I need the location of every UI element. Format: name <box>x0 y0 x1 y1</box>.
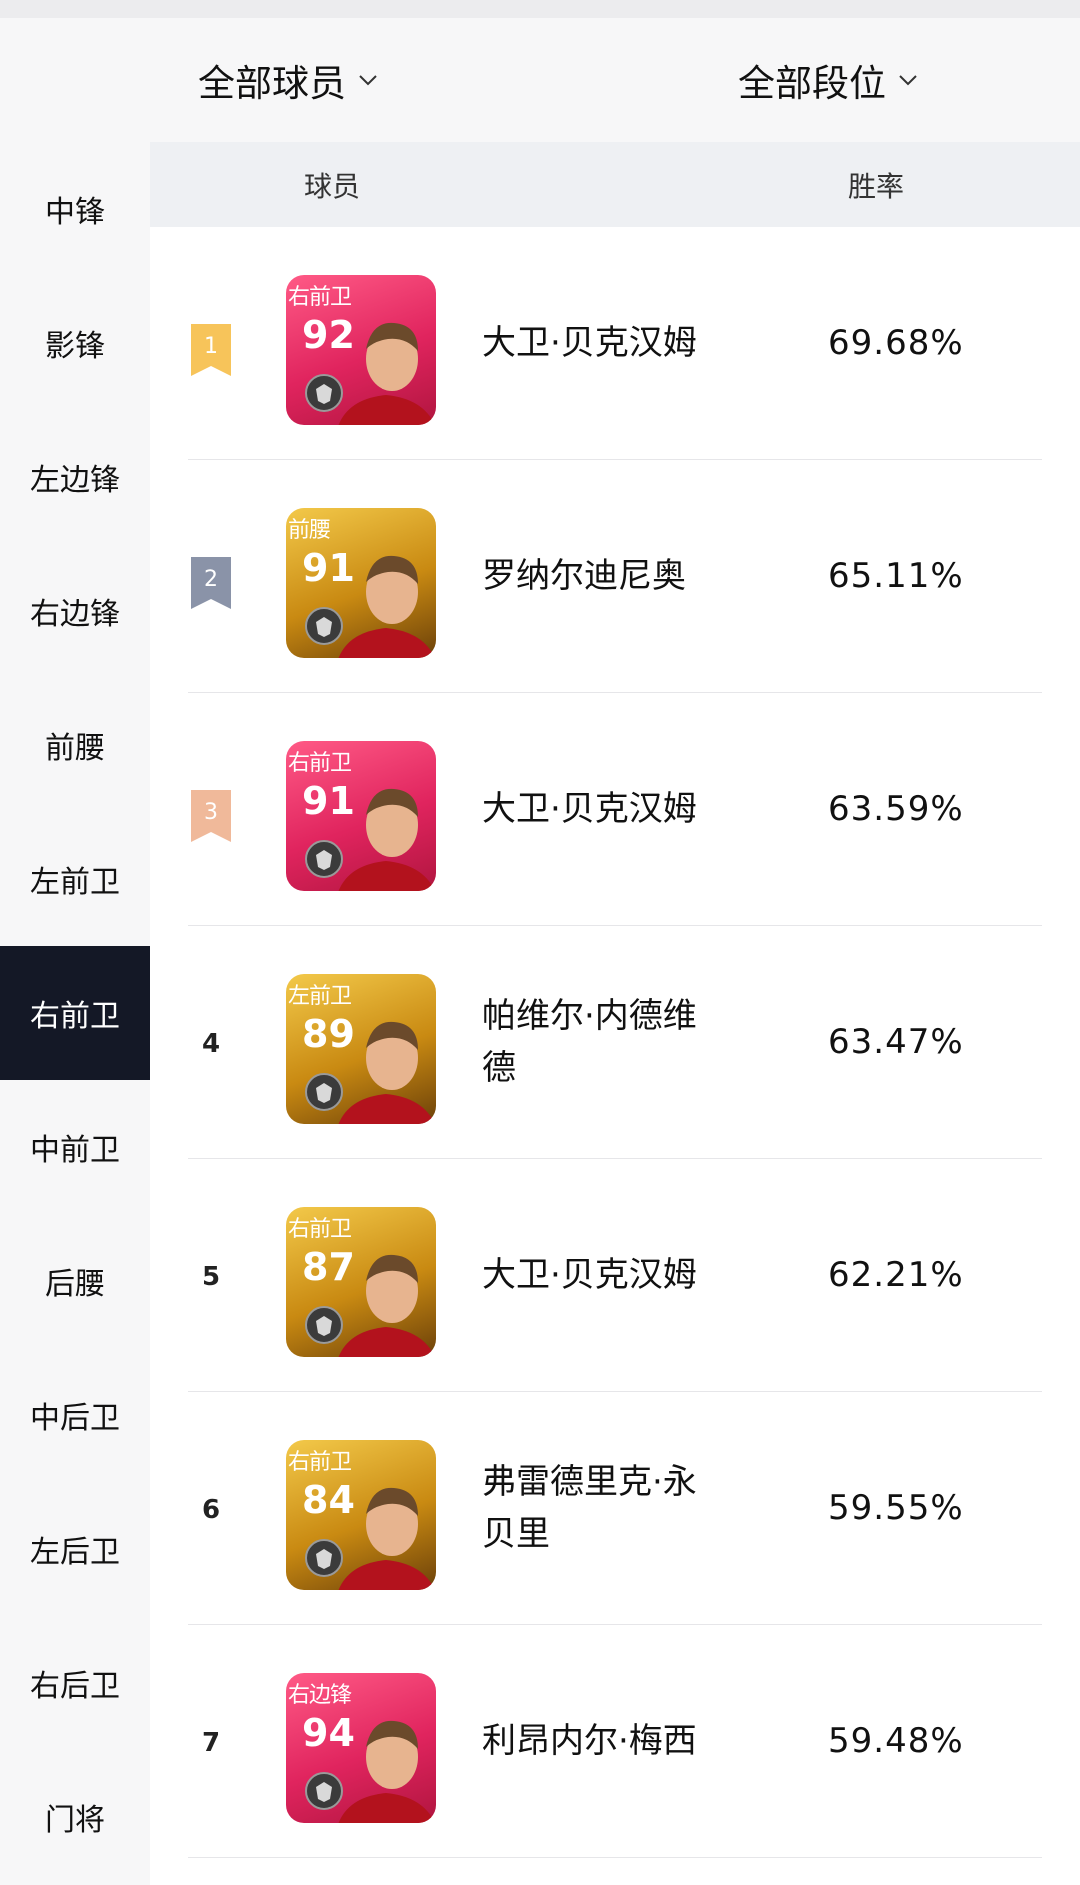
rank-number: 2 <box>204 567 218 592</box>
rank-number: 6 <box>201 1495 221 1525</box>
player-card[interactable]: 右边锋 94 <box>286 1673 436 1823</box>
header-winrate[interactable]: 胜率 <box>848 142 904 227</box>
rank-number: 7 <box>201 1728 221 1758</box>
table-row[interactable]: 7 右边锋 94 利昂内尔·梅西 59.48% <box>188 1625 1042 1858</box>
player-name: 利昂内尔·梅西 <box>482 1721 697 1761</box>
win-rate: 59.48% <box>828 1721 964 1761</box>
all-tiers-label: 全部段位 <box>738 62 886 105</box>
card-emblem-icon <box>305 374 343 412</box>
sidebar-item-position[interactable]: 右前卫 <box>0 946 150 1080</box>
player-name: 帕维尔·内德维德 <box>482 996 697 1088</box>
status-strip <box>0 0 1080 18</box>
card-position: 前腰 <box>288 518 331 543</box>
table-header: 球员 胜率 <box>150 142 1080 227</box>
rank-number: 5 <box>201 1262 221 1292</box>
rank-ribbon-icon: 1 <box>191 324 231 376</box>
table-row[interactable]: 1 右前卫 92 大卫·贝克汉姆 69.68% <box>188 227 1042 460</box>
all-players-label: 全部球员 <box>198 62 346 105</box>
sidebar-item-label: 左前卫 <box>30 865 120 900</box>
card-emblem-icon <box>305 840 343 878</box>
win-rate: 63.47% <box>828 1022 964 1062</box>
sidebar-item-label: 中锋 <box>45 195 105 230</box>
sidebar-item-position[interactable]: 后腰 <box>0 1214 150 1348</box>
sidebar-item-label: 右边锋 <box>30 597 120 632</box>
sidebar-item-position[interactable]: 右后卫 <box>0 1616 150 1750</box>
player-name: 大卫·贝克汉姆 <box>482 323 697 363</box>
sidebar-item-label: 左后卫 <box>30 1535 120 1570</box>
win-rate: 69.68% <box>828 323 964 363</box>
win-rate: 62.21% <box>828 1255 964 1295</box>
player-card[interactable]: 前腰 91 <box>286 508 436 658</box>
player-card[interactable]: 右前卫 92 <box>286 275 436 425</box>
sidebar-item-label: 中后卫 <box>30 1401 120 1436</box>
player-card[interactable]: 右前卫 87 <box>286 1207 436 1357</box>
player-card[interactable]: 右前卫 91 <box>286 741 436 891</box>
sidebar-item-position[interactable]: 中后卫 <box>0 1348 150 1482</box>
sidebar-item-label: 左边锋 <box>30 463 120 498</box>
sidebar-item-position[interactable]: 影锋 <box>0 276 150 410</box>
rank-ribbon-icon: 3 <box>191 790 231 842</box>
sidebar-item-label: 右前卫 <box>30 999 120 1034</box>
player-name: 大卫·贝克汉姆 <box>482 789 697 829</box>
sidebar-item-position[interactable]: 左后卫 <box>0 1482 150 1616</box>
sidebar-item-label: 前腰 <box>45 731 105 766</box>
sidebar-item-position[interactable]: 左边锋 <box>0 410 150 544</box>
ranking-table: 球员 胜率 1 右前卫 92 大卫·贝克汉姆 69.68% 2 前腰 91 罗纳尔迪尼奥 65.1… <box>150 142 1080 1885</box>
player-card[interactable]: 右前卫 84 <box>286 1440 436 1590</box>
table-row[interactable]: 6 右前卫 84 弗雷德里克·永贝里 59.55% <box>188 1392 1042 1625</box>
chevron-down-icon <box>899 75 917 86</box>
sidebar-item-label: 后腰 <box>45 1267 105 1302</box>
sidebar-item-label: 门将 <box>45 1803 105 1838</box>
win-rate: 65.11% <box>828 556 964 596</box>
sidebar-item-position[interactable]: 左前卫 <box>0 812 150 946</box>
player-name: 弗雷德里克·永贝里 <box>482 1462 697 1554</box>
all-players-dropdown[interactable]: 全部球员 <box>198 18 380 142</box>
sidebar-item-label: 右后卫 <box>30 1669 120 1704</box>
sidebar-item-position[interactable]: 前腰 <box>0 678 150 812</box>
card-emblem-icon <box>305 1306 343 1344</box>
all-tiers-dropdown[interactable]: 全部段位 <box>738 18 920 142</box>
rank-number: 3 <box>204 800 218 825</box>
rank-ribbon-icon: 2 <box>191 557 231 609</box>
player-name: 大卫·贝克汉姆 <box>482 1255 697 1295</box>
sidebar-item-label: 中前卫 <box>30 1133 120 1168</box>
position-sidebar: 中锋影锋左边锋右边锋前腰左前卫右前卫中前卫后腰中后卫左后卫右后卫门将 <box>0 142 150 1885</box>
header-player: 球员 <box>304 169 361 203</box>
table-row[interactable]: 2 前腰 91 罗纳尔迪尼奥 65.11% <box>188 460 1042 693</box>
table-row[interactable]: 5 右前卫 87 大卫·贝克汉姆 62.21% <box>188 1159 1042 1392</box>
sidebar-item-position[interactable]: 门将 <box>0 1750 150 1884</box>
player-name: 罗纳尔迪尼奥 <box>482 556 686 596</box>
card-emblem-icon <box>305 607 343 645</box>
win-rate: 63.59% <box>828 789 964 829</box>
sidebar-item-position[interactable]: 中锋 <box>0 142 150 276</box>
sidebar-item-position[interactable]: 中前卫 <box>0 1080 150 1214</box>
chevron-down-icon <box>359 75 377 86</box>
rank-number: 1 <box>204 334 218 359</box>
player-card[interactable]: 左前卫 89 <box>286 974 436 1124</box>
sidebar-item-position[interactable]: 右边锋 <box>0 544 150 678</box>
table-row[interactable]: 4 左前卫 89 帕维尔·内德维德 63.47% <box>188 926 1042 1159</box>
rank-number: 4 <box>201 1029 221 1059</box>
win-rate: 59.55% <box>828 1488 964 1528</box>
sidebar-item-label: 影锋 <box>45 329 105 364</box>
filter-bar: 全部球员 全部段位 <box>0 18 1080 142</box>
table-row[interactable]: 3 右前卫 91 大卫·贝克汉姆 63.59% <box>188 693 1042 926</box>
card-emblem-icon <box>305 1073 343 1111</box>
card-emblem-icon <box>305 1772 343 1810</box>
card-emblem-icon <box>305 1539 343 1577</box>
